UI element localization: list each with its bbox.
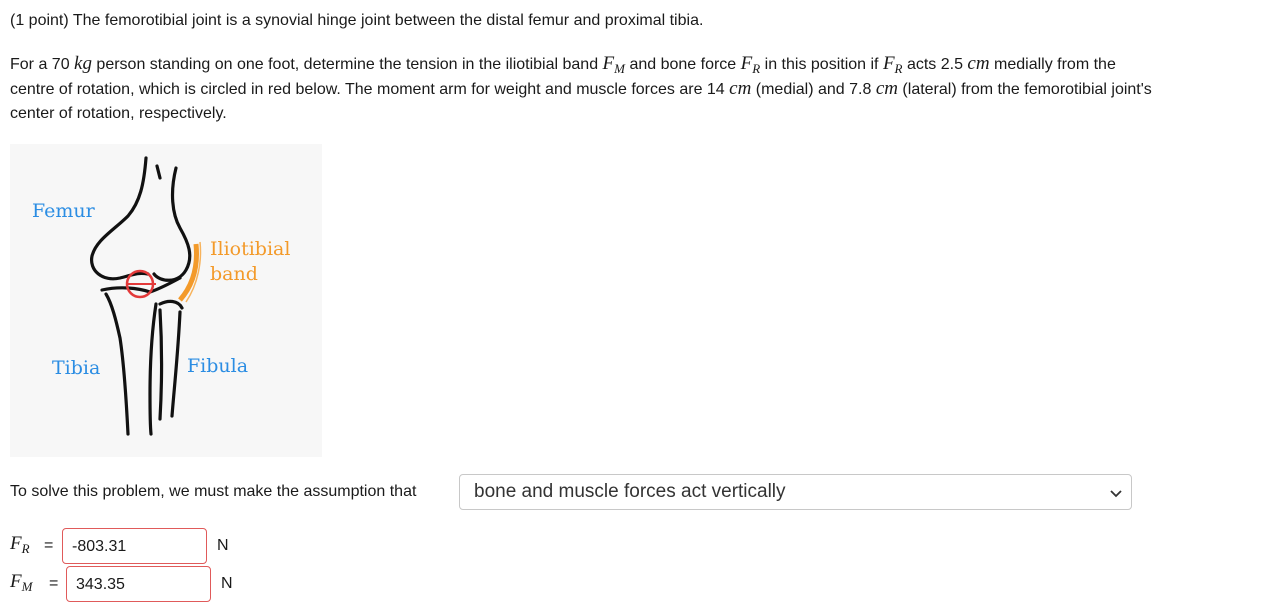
knee-diagram	[90, 156, 202, 436]
text-segment: (lateral) from the femorotibial joint's	[897, 81, 1152, 98]
tibia-label: Tibia	[52, 357, 101, 379]
question-intro: (1 point) The femorotibial joint is a sy…	[10, 12, 704, 29]
text-segment: medially from the	[989, 56, 1116, 73]
femur-outline	[152, 166, 192, 282]
knee-joint-figure: Femur Iliotibial band Tibia Fibula	[10, 144, 322, 457]
fibula-outline	[158, 299, 184, 310]
fm-equals: =	[49, 575, 59, 592]
iliotibial-label: Iliotibial	[210, 238, 291, 260]
math-cm: cm	[967, 53, 990, 74]
chevron-down-icon	[1110, 490, 1122, 498]
fibula-outline	[170, 310, 182, 418]
fibula-label: Fibula	[187, 355, 249, 377]
math-kg: kg	[74, 53, 92, 74]
question-line-3: centre of rotation, which is circled in …	[10, 76, 1152, 102]
fr-unit: N	[217, 537, 229, 554]
text-segment: centre of rotation, which is circled in …	[10, 81, 730, 98]
femur-outline	[155, 164, 162, 180]
math-fr-2: FR	[882, 53, 903, 76]
tibia-outline	[104, 292, 130, 436]
text-segment: (medial) and 7.8	[751, 81, 876, 98]
fr-label: FR	[10, 533, 30, 556]
math-cm: cm	[875, 78, 898, 99]
fr-equals: =	[44, 537, 54, 554]
fr-answer-input[interactable]: -803.31	[62, 528, 207, 564]
band-label: band	[210, 263, 258, 285]
assumption-prompt: To solve this problem, we must make the …	[10, 483, 417, 500]
assumption-select[interactable]: bone and muscle forces act vertically	[459, 474, 1132, 510]
text-segment: in this position if	[760, 56, 883, 73]
text-segment: acts 2.5	[902, 56, 968, 73]
assumption-selected-value: bone and muscle forces act vertically	[474, 481, 786, 502]
fm-label: FM	[10, 571, 33, 594]
femur-label: Femur	[32, 200, 95, 222]
fibula-outline	[158, 308, 164, 421]
fm-answer-input[interactable]: 343.35	[66, 566, 211, 602]
text-segment: person standing on one foot, determine t…	[91, 56, 603, 73]
question-line-4: center of rotation, respectively.	[10, 105, 227, 122]
fm-unit: N	[221, 575, 233, 592]
math-fm: FM	[602, 53, 625, 76]
math-fr: FR	[740, 53, 761, 76]
text-segment: For a 70	[10, 56, 75, 73]
text-segment: and bone force	[625, 56, 741, 73]
tibia-outline	[148, 302, 158, 436]
femur-outline	[90, 156, 150, 281]
math-cm: cm	[729, 78, 752, 99]
